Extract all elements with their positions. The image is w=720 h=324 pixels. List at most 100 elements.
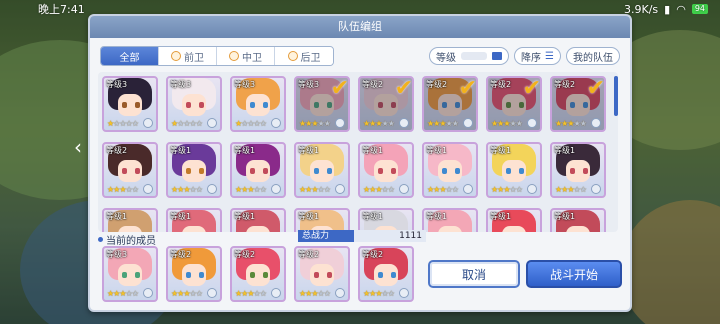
- level-label: 等级1: [170, 146, 192, 155]
- member-card[interactable]: 等级2 ★★★★★: [166, 246, 222, 302]
- tab-all[interactable]: 全部: [101, 47, 159, 65]
- tab-back[interactable]: 后卫: [275, 47, 333, 65]
- level-label: 等级1: [362, 212, 384, 221]
- character-card[interactable]: 等级1: [102, 208, 158, 232]
- character-card[interactable]: 等级1: [166, 208, 222, 232]
- wifi-icon: ◠: [676, 2, 686, 16]
- character-card[interactable]: 等级3 ★★★★★: [102, 76, 158, 132]
- star-rating: ★★★★★: [171, 289, 203, 298]
- character-card[interactable]: 等级1 ★★★★★: [294, 142, 350, 198]
- checkmark-icon: ✔: [458, 76, 477, 101]
- my-team-button[interactable]: 我的队伍: [566, 47, 620, 65]
- back-arrow-icon[interactable]: ‹: [74, 135, 82, 159]
- team-formation-dialog: 队伍编组 全部 前卫 中卫 后卫 等级 降序 ☰ 我的队伍 等级3 ★★★★★ 等级…: [88, 14, 632, 312]
- dialog-title: 队伍编组: [90, 16, 630, 38]
- start-battle-button[interactable]: 战斗开始: [526, 260, 622, 288]
- character-card[interactable]: 等级2 ★★★★★ ✔: [422, 76, 478, 132]
- level-label: 等级1: [234, 146, 256, 155]
- sort-field-icon: [492, 52, 503, 60]
- checkmark-icon: ✔: [522, 76, 541, 101]
- tab-middle[interactable]: 中卫: [217, 47, 275, 65]
- star-rating: ★★★★★: [363, 289, 395, 298]
- star-rating: ★★★★★: [107, 119, 139, 128]
- star-rating: ★★★★★: [235, 185, 267, 194]
- order-button[interactable]: 降序 ☰: [514, 47, 561, 65]
- star-rating: ★★★★★: [427, 119, 459, 128]
- star-rating: ★★★★★: [427, 185, 459, 194]
- character-card[interactable]: 等级1 ★★★★★: [166, 142, 222, 198]
- members-label: 当前的成员: [98, 232, 156, 247]
- character-card[interactable]: 等级1: [550, 208, 606, 232]
- rank-icon: [271, 184, 281, 194]
- character-card[interactable]: 等级3 ★★★★★: [166, 76, 222, 132]
- level-label: 等级1: [234, 212, 256, 221]
- sort-lines-icon: ☰: [545, 50, 554, 62]
- front-position-icon: [171, 51, 181, 61]
- network-speed: 3.9K/s: [623, 2, 659, 16]
- rank-icon: [399, 118, 409, 128]
- level-label: 等级1: [426, 146, 448, 155]
- character-card[interactable]: 等级1 ★★★★★: [230, 142, 286, 198]
- character-card[interactable]: 等级1: [358, 208, 414, 232]
- members-header: 当前的成员 总战力 1111: [98, 230, 428, 247]
- level-label: 等级1: [362, 146, 384, 155]
- level-label: 等级1: [298, 146, 320, 155]
- member-card[interactable]: 等级2 ★★★★★: [230, 246, 286, 302]
- level-label: 等级2: [490, 80, 512, 89]
- star-rating: ★★★★★: [555, 185, 587, 194]
- star-rating: ★★★★★: [235, 119, 267, 128]
- level-label: 等级2: [362, 250, 384, 259]
- checkmark-icon: ✔: [394, 76, 413, 101]
- star-rating: ★★★★★: [299, 119, 331, 128]
- level-label: 等级1: [170, 212, 192, 221]
- rank-icon: [591, 184, 601, 194]
- level-label: 等级3: [106, 80, 128, 89]
- character-card[interactable]: 等级3 ★★★★★ ✔: [294, 76, 350, 132]
- character-card[interactable]: 等级2 ★★★★★ ✔: [358, 76, 414, 132]
- member-card[interactable]: 等级3 ★★★★★: [102, 246, 158, 302]
- character-card[interactable]: 等级1 ★★★★★: [486, 142, 542, 198]
- my-team-label: 我的队伍: [573, 52, 613, 64]
- total-power-value: 1111: [354, 230, 426, 242]
- rank-icon: [527, 184, 537, 194]
- tab-front[interactable]: 前卫: [159, 47, 217, 65]
- battery-icon: 94: [691, 4, 708, 14]
- cancel-button[interactable]: 取消: [428, 260, 520, 288]
- character-roster[interactable]: 等级3 ★★★★★ 等级3 ★★★★★ 等级3 ★★★★★ 等级3 ★★★★★ ✔ 等级2 ★★★★…: [98, 72, 618, 232]
- signal-icon: ▮: [664, 2, 671, 16]
- character-card[interactable]: 等级1: [486, 208, 542, 232]
- total-power-label: 总战力: [298, 230, 354, 242]
- level-label: 等级3: [298, 80, 320, 89]
- rank-icon: [335, 184, 345, 194]
- star-rating: ★★★★★: [555, 119, 587, 128]
- character-card[interactable]: 等级2 ★★★★★ ✔: [486, 76, 542, 132]
- character-card[interactable]: 等级1: [230, 208, 286, 232]
- character-card[interactable]: 等级1 ★★★★★: [550, 142, 606, 198]
- sort-field-button[interactable]: 等级: [429, 47, 510, 65]
- back-position-icon: [287, 51, 298, 61]
- roster-scrollbar[interactable]: [614, 76, 618, 116]
- level-label: 等级1: [106, 212, 128, 221]
- character-card[interactable]: 等级1 ★★★★★: [358, 142, 414, 198]
- character-card[interactable]: 等级2 ★★★★★: [102, 142, 158, 198]
- character-card[interactable]: 等级2 ★★★★★ ✔: [550, 76, 606, 132]
- rank-icon: [271, 288, 281, 298]
- character-card[interactable]: 等级1 ★★★★★: [422, 142, 478, 198]
- level-label: 等级2: [298, 250, 320, 259]
- star-rating: ★★★★★: [107, 289, 139, 298]
- member-card[interactable]: 等级2 ★★★★★: [294, 246, 350, 302]
- rank-icon: [207, 118, 217, 128]
- checkmark-icon: ✔: [330, 76, 349, 101]
- character-card[interactable]: 等级1: [294, 208, 350, 232]
- member-card[interactable]: 等级2 ★★★★★: [358, 246, 414, 302]
- level-label: 等级2: [170, 250, 192, 259]
- character-card[interactable]: 等级1: [422, 208, 478, 232]
- total-power: 总战力 1111: [298, 230, 426, 242]
- rank-icon: [207, 288, 217, 298]
- tab-label: 中卫: [242, 52, 262, 64]
- tab-label: 全部: [119, 52, 140, 64]
- rank-icon: [463, 184, 473, 194]
- star-rating: ★★★★★: [299, 289, 331, 298]
- level-label: 等级2: [362, 80, 384, 89]
- character-card[interactable]: 等级3 ★★★★★: [230, 76, 286, 132]
